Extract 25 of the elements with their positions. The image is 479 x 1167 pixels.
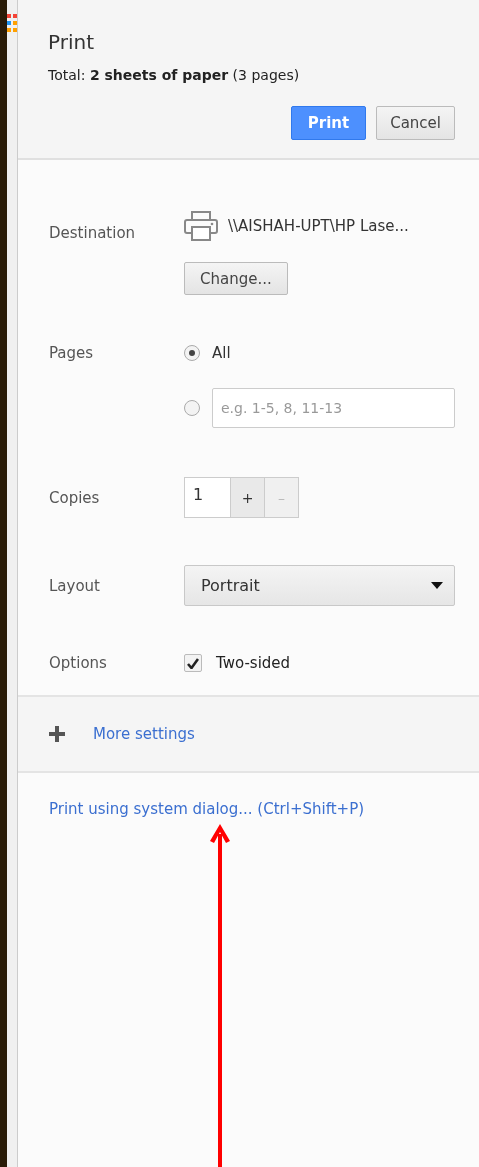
- setting-label: Destination: [49, 223, 137, 244]
- dialog-title: Print: [48, 29, 95, 56]
- more-settings-link[interactable]: More settings: [93, 725, 195, 743]
- increment-button[interactable]: +: [231, 477, 265, 518]
- checkbox[interactable]: [184, 654, 202, 672]
- sheet-summary: Total: 2 sheets of paper (3 pages): [48, 66, 301, 85]
- app-grid-icon: [7, 14, 18, 32]
- setting-label: Copies: [49, 488, 101, 507]
- setting-label: Options: [49, 654, 108, 672]
- copies-field[interactable]: 1: [184, 477, 231, 518]
- change-button[interactable]: Change...: [184, 262, 288, 295]
- radio-button[interactable]: [184, 345, 200, 361]
- printer-icon: [184, 211, 218, 241]
- layout-dropdown[interactable]: Portrait: [184, 565, 455, 606]
- setting-label: Pages: [49, 343, 95, 364]
- system-dialog-link[interactable]: Print using system dialog... (Ctrl+Shift+P): [49, 800, 365, 818]
- setting-label: Layout: [49, 576, 101, 595]
- checkbox-label: Two-sided: [216, 654, 291, 672]
- printer-name: \\AISHAH-UPT\HP Lase...: [228, 217, 409, 235]
- radio-button[interactable]: [184, 400, 200, 416]
- plus-icon: [49, 726, 65, 742]
- caret-icon: [431, 582, 443, 589]
- radio-label: All: [212, 344, 231, 362]
- cancel-button[interactable]: Cancel: [376, 106, 455, 140]
- page-range-field[interactable]: e.g. 1-5, 8, 11-13: [212, 388, 455, 428]
